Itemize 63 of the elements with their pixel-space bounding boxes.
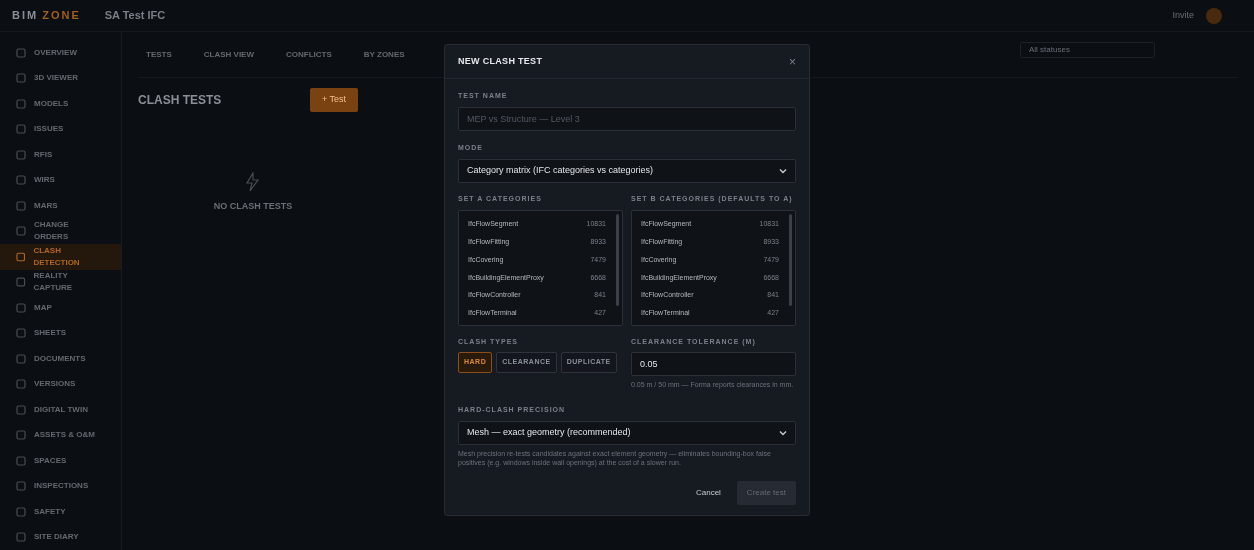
close-button[interactable]: × — [789, 55, 796, 68]
tab[interactable]: CLASH VIEW — [203, 48, 254, 61]
sidebar-item[interactable]: INSPECTIONS — [0, 473, 121, 499]
scrollbar-thumb[interactable] — [789, 213, 792, 306]
nav-icon — [16, 47, 26, 58]
cancel-button[interactable]: Cancel — [691, 481, 725, 505]
scrollbar-thumb[interactable] — [616, 213, 619, 306]
nav-icon — [16, 506, 26, 517]
add-test-button[interactable]: + Test — [309, 88, 358, 112]
sidebar-item[interactable]: SAFETY — [0, 499, 121, 525]
nav-icon — [16, 175, 26, 186]
nav-icon — [16, 328, 26, 339]
page-title: CLASH TESTS — [138, 91, 223, 109]
precision-select[interactable]: Mesh — exact geometry (recommended) — [458, 421, 796, 445]
app-logo: BIM ZONE — [12, 8, 81, 24]
sidebar-item[interactable]: DOCUMENTS — [0, 346, 121, 372]
tab[interactable]: TESTS — [146, 48, 172, 61]
sidebar-item[interactable]: SITE DIARY — [0, 524, 121, 550]
dialog-title: NEW CLASH TEST — [458, 54, 544, 68]
status-filter[interactable]: All statuses — [1020, 42, 1155, 58]
tab[interactable]: BY ZONES — [363, 48, 405, 61]
sidebar-item[interactable]: ISSUES — [0, 116, 121, 142]
sidebar-item[interactable]: DIGITAL TWIN — [0, 397, 121, 423]
nav-icon — [16, 481, 26, 492]
sidebar-item[interactable]: WIRS — [0, 167, 121, 193]
nav-icon — [16, 124, 26, 135]
project-name: SA Test IFC — [104, 8, 166, 24]
nav-icon — [16, 302, 26, 313]
nav-icon — [16, 251, 26, 262]
nav-icon — [16, 455, 26, 466]
text-field[interactable]: MEP vs Structure — Level 3 — [458, 106, 796, 131]
nav-icon — [16, 430, 26, 441]
sidebar-item[interactable]: MARS — [0, 193, 121, 219]
avatar[interactable] — [1206, 7, 1222, 24]
sidebar-item[interactable]: REALITY CAPTURE — [0, 269, 121, 295]
nav-icon — [16, 532, 26, 543]
sidebar-item[interactable]: CHANGE ORDERS — [0, 218, 121, 244]
tab[interactable]: CONFLICTS — [286, 48, 332, 61]
sidebar-item[interactable]: OVERVIEW — [0, 40, 121, 66]
nav-icon — [16, 73, 26, 84]
sidebar-item[interactable]: VERSIONS — [0, 371, 121, 397]
chevron-down-icon — [779, 168, 787, 174]
sidebar-item[interactable]: 3D VIEWER — [0, 65, 121, 91]
chevron-down-icon — [779, 430, 787, 436]
empty-title: NO CLASH TESTS — [213, 199, 293, 213]
nav-icon — [16, 226, 26, 237]
sidebar-item[interactable]: SHEETS — [0, 320, 121, 346]
sidebar-item[interactable]: MODELS — [0, 91, 121, 117]
nav-icon — [16, 353, 26, 364]
sidebar-item[interactable]: ASSETS & O&M — [0, 422, 121, 448]
sidebar-item[interactable]: RFIS — [0, 142, 121, 168]
sidebar-item[interactable]: CLASH DETECTION — [0, 244, 121, 270]
nav-icon — [16, 149, 26, 160]
number-field[interactable]: 0.05 — [631, 352, 796, 376]
sidebar-item[interactable]: MAP — [0, 295, 121, 321]
nav-icon — [16, 379, 26, 390]
nav-icon — [16, 200, 26, 211]
nav-icon — [16, 277, 26, 288]
mode-select[interactable]: Category matrix (IFC categories vs categories) — [458, 159, 796, 183]
top-link[interactable]: Invite — [1172, 8, 1194, 23]
nav-icon — [16, 404, 26, 415]
sidebar-item[interactable]: SPACES — [0, 448, 121, 474]
nav-icon — [16, 98, 26, 109]
